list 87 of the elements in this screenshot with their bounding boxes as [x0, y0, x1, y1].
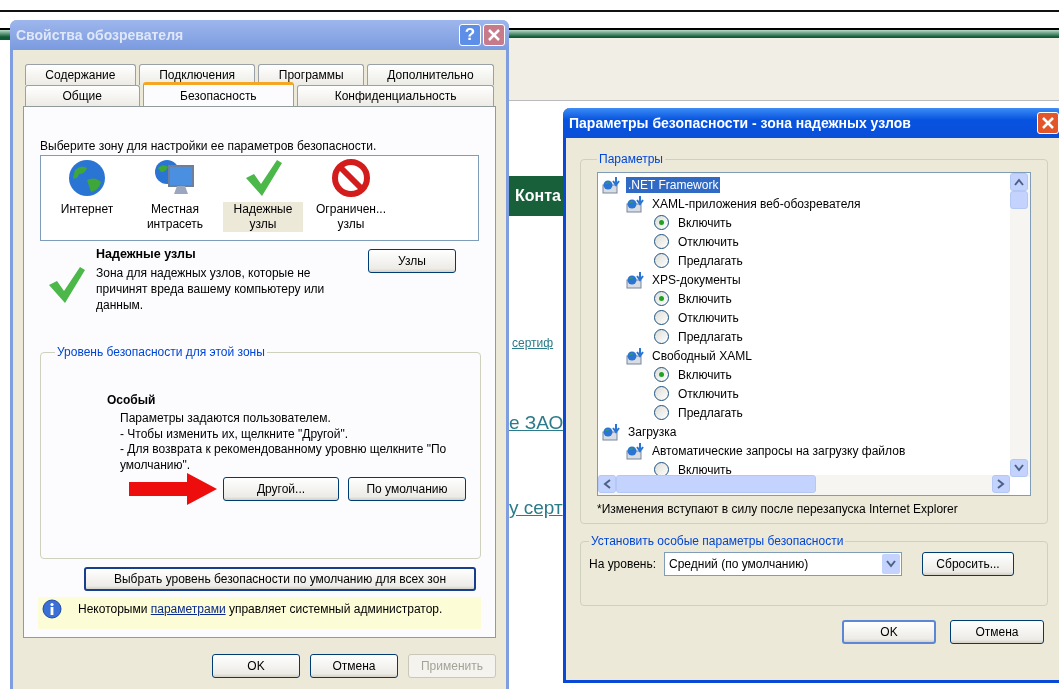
group-legend: Установить особые параметры безопасности — [589, 534, 846, 548]
download-globe-icon — [626, 194, 646, 213]
tab[interactable]: Конфиденциальность — [297, 85, 494, 106]
radio-label: Включить — [677, 461, 733, 478]
horizontal-scrollbar[interactable] — [598, 475, 1010, 495]
radio-button[interactable] — [654, 291, 669, 306]
scrollbar-thumb[interactable] — [1010, 191, 1028, 209]
tree-item[interactable]: XPS-документы — [650, 271, 743, 288]
zone-item[interactable]: Интернет — [58, 202, 116, 217]
radio-button[interactable] — [654, 234, 669, 249]
level-label: На уровень: — [589, 557, 656, 571]
group-legend: Параметры — [597, 152, 665, 166]
radio-label: Отключить — [677, 233, 740, 250]
page-link[interactable]: сертиф — [512, 336, 554, 350]
radio-label: Предлагать — [677, 328, 744, 345]
level-dropdown[interactable]: Средний (по умолчанию) — [664, 552, 902, 576]
vertical-scrollbar[interactable] — [1010, 173, 1030, 477]
radio-button[interactable] — [654, 310, 669, 325]
tree-item[interactable]: Автоматические запросы на загрузку файлов — [650, 442, 908, 459]
radio-label: Включить — [677, 290, 733, 307]
radio-button[interactable] — [654, 405, 669, 420]
chevron-left-icon — [603, 479, 611, 489]
restart-note: *Изменения вступают в силу после перезапуска Internet Explorer — [597, 502, 959, 516]
radio-button[interactable] — [654, 386, 669, 401]
tree-item[interactable]: XAML-приложения веб-обозревателя — [650, 195, 863, 212]
sites-button[interactable]: Узлы — [368, 249, 456, 273]
radio-button[interactable] — [654, 329, 669, 344]
zone-item[interactable]: Местная интрасеть — [135, 202, 215, 232]
tab[interactable]: Программы — [258, 64, 364, 85]
chevron-down-icon — [1014, 464, 1024, 472]
close-icon — [1041, 116, 1055, 130]
checkmark-icon — [243, 158, 283, 198]
dialog-button[interactable]: Отмена — [950, 620, 1044, 644]
chevron-down-icon — [886, 560, 896, 568]
zone-item[interactable]: Ограничен... узлы — [311, 202, 391, 232]
info-icon — [42, 599, 62, 619]
radio-label: Включить — [677, 214, 733, 231]
dialog-button[interactable]: OK — [212, 654, 300, 678]
level-name: Особый — [107, 393, 157, 407]
radio-button[interactable] — [654, 215, 669, 230]
radio-label: Отключить — [677, 309, 740, 326]
tab[interactable]: Содержание — [25, 64, 136, 85]
tab[interactable]: Дополнительно — [366, 64, 494, 85]
download-globe-icon — [626, 346, 646, 365]
group-legend: Уровень безопасности для этой зоны — [55, 345, 267, 359]
tab[interactable]: Безопасность — [142, 82, 295, 106]
page-link[interactable]: е ЗАО — [509, 412, 564, 434]
level-description-line: - Для возврата к рекомендованному уровню щелкните "По умолчанию". — [120, 442, 448, 473]
radio-label: Предлагать — [677, 404, 744, 421]
page-link[interactable]: у серт — [509, 497, 563, 519]
custom-level-button[interactable]: Другой... — [223, 477, 339, 501]
download-globe-icon — [626, 441, 646, 460]
scrollbar-thumb[interactable] — [616, 475, 816, 493]
radio-label: Отключить — [677, 385, 740, 402]
zone-title: Надежные узлы — [96, 247, 197, 261]
level-description-line: - Чтобы изменить их, щелкните "Другой". — [120, 426, 350, 442]
dialog-button[interactable]: OK — [842, 620, 936, 644]
radio-label: Предлагать — [677, 252, 744, 269]
reset-button[interactable]: Сбросить... — [922, 552, 1014, 576]
globe-icon — [67, 158, 107, 198]
close-button[interactable] — [1037, 112, 1059, 134]
window-title: Свойства обозревателя — [16, 27, 184, 43]
download-globe-icon — [602, 175, 622, 194]
radio-button[interactable] — [654, 253, 669, 268]
chevron-up-icon — [1014, 178, 1024, 186]
radio-button[interactable] — [654, 367, 669, 382]
level-description-line: Параметры задаются пользователем. — [120, 411, 332, 427]
window-title: Параметры безопасности - зона надежных узлов — [569, 115, 911, 131]
download-globe-icon — [626, 270, 646, 289]
zone-prompt: Выберите зону для настройки ее параметров безопасности. — [40, 139, 378, 153]
tree-item[interactable]: Загрузка — [626, 423, 679, 440]
default-level-button[interactable]: По умолчанию — [348, 477, 466, 501]
dialog-button[interactable]: Отмена — [310, 654, 398, 678]
forbidden-icon — [331, 158, 371, 198]
zone-description: Зона для надежных узлов, которые не причинят вреда вашему компьютеру или данным. — [96, 265, 326, 313]
tree-item[interactable]: .NET Framework — [626, 176, 721, 193]
info-text: Некоторыми параметрами управляет системный администратор. — [78, 602, 443, 616]
zone-item[interactable]: Надежные узлы — [223, 202, 303, 232]
chevron-right-icon — [997, 479, 1005, 489]
tab[interactable]: Общие — [25, 85, 140, 106]
page-header-text: Конта — [508, 176, 566, 216]
settings-link[interactable]: параметрами — [150, 602, 226, 616]
download-globe-icon — [602, 422, 622, 441]
radio-label: Включить — [677, 366, 733, 383]
tree-item[interactable]: Свободный XAML — [650, 347, 754, 364]
reset-all-zones-button[interactable]: Выбрать уровень безопасности по умолчанию для всех зон — [84, 567, 476, 591]
close-icon — [487, 28, 501, 42]
